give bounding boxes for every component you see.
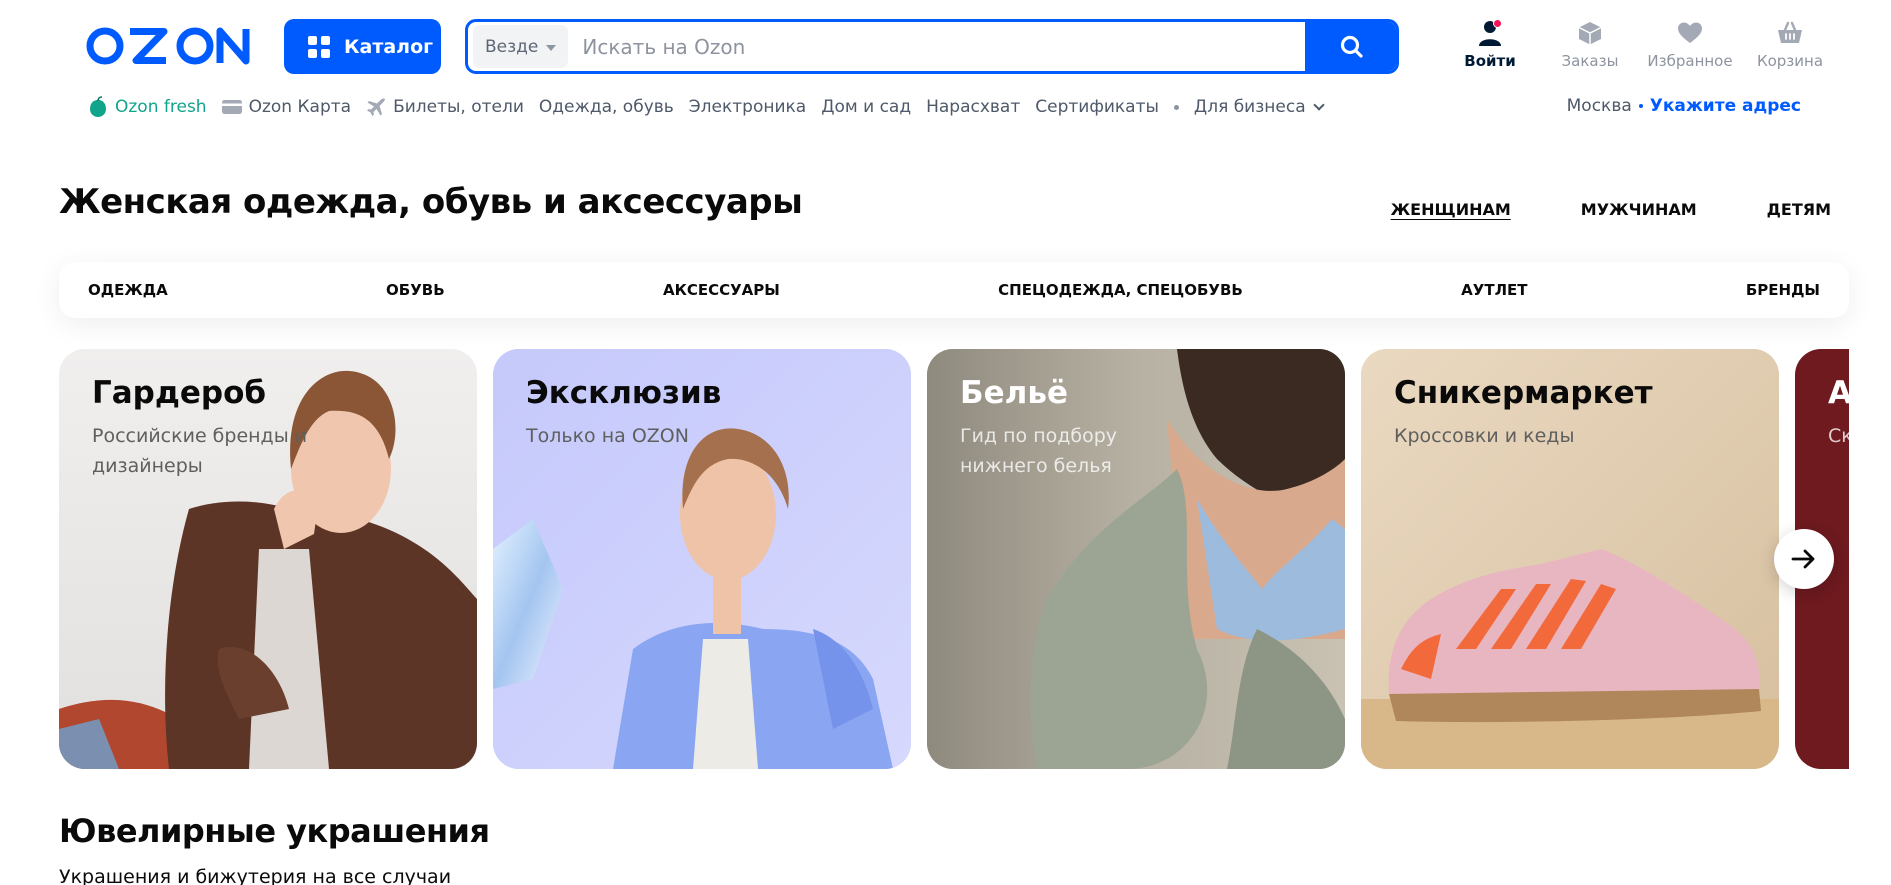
subnav-label: Электроника (688, 97, 807, 117)
grid-icon (308, 35, 330, 58)
tab-men[interactable]: МУЖЧИНАМ (1581, 200, 1697, 219)
caret-down-icon (546, 44, 557, 51)
box-icon (1575, 18, 1605, 48)
category-accessories[interactable]: АКСЕССУАРЫ (663, 281, 780, 299)
user-icon (1475, 18, 1505, 48)
exclusive-illustration (493, 349, 911, 769)
subnav-label: Для бизнеса (1193, 97, 1306, 117)
subnav-label: Нарасхват (926, 97, 1021, 117)
subnav-electronics[interactable]: Электроника (689, 97, 806, 117)
card-title: Эксклюзив (526, 375, 722, 411)
card-subtitle: Ск (1828, 425, 1849, 447)
jewelry-title: Ювелирные украшения (59, 812, 490, 850)
sub-navigation: Ozon fresh Ozon Карта Билеты, отели Одеж… (88, 96, 1338, 118)
login-label: Войти (1464, 52, 1516, 70)
promo-carousel: Гардероб Российские бренды и дизайнеры Э… (59, 349, 1849, 769)
subnav-separator (1173, 104, 1179, 110)
search-scope-select[interactable]: Везде (473, 25, 569, 68)
promo-card-sneakermarket[interactable]: Сникермаркет Кроссовки и кеды (1361, 349, 1779, 769)
location-separator (1638, 104, 1643, 108)
tab-women[interactable]: ЖЕНЩИНАМ (1391, 200, 1511, 219)
subnav-business-dropdown[interactable]: Для бизнеса (1193, 97, 1325, 117)
search-icon (1340, 35, 1363, 58)
category-shoes[interactable]: ОБУВЬ (386, 281, 445, 299)
search-input[interactable] (568, 34, 1305, 59)
favorites-label: Избранное (1647, 52, 1733, 70)
card-title: А (1828, 375, 1849, 411)
search-button[interactable] (1305, 22, 1396, 71)
plane-icon (367, 98, 386, 116)
subnav-clothing-shoes[interactable]: Одежда, обувь (539, 97, 674, 117)
subnav-certificates[interactable]: Сертификаты (1035, 97, 1159, 117)
lingerie-illustration (927, 349, 1345, 769)
card-title: Сникермаркет (1394, 375, 1653, 411)
card-title: Бельё (960, 375, 1068, 411)
catalog-button[interactable]: Каталог (284, 19, 441, 74)
wardrobe-illustration (59, 349, 477, 769)
sneaker-illustration (1361, 349, 1779, 769)
category-workwear[interactable]: СПЕЦОДЕЖДА, СПЕЦОБУВЬ (998, 281, 1243, 299)
carousel-next-button[interactable] (1774, 529, 1834, 589)
subnav-label: Дом и сад (821, 97, 912, 117)
card-subtitle: Российские бренды и дизайнеры (92, 425, 308, 477)
jewelry-subtitle: Украшения и бижутерия на все случаи (59, 866, 452, 885)
subnav-ozon-fresh[interactable]: Ozon fresh (88, 96, 207, 118)
cart-button[interactable]: Корзина (1740, 18, 1840, 70)
location: Москва Укажите адрес (1567, 96, 1801, 116)
subnav-trending[interactable]: Нарасхват (926, 97, 1020, 117)
arrow-right-icon (1791, 549, 1815, 569)
subnav-label: Сертификаты (1035, 97, 1159, 117)
card-subtitle: Гид по подбору нижнего белья (960, 425, 1118, 477)
subnav-ozon-card[interactable]: Ozon Карта (221, 97, 352, 117)
login-button[interactable]: Войти (1440, 18, 1540, 70)
ozon-logo[interactable] (86, 24, 254, 68)
subnav-label: Ozon Карта (248, 97, 352, 117)
promo-card-lingerie[interactable]: Бельё Гид по подбору нижнего белья (927, 349, 1345, 769)
search-bar: Везде (465, 19, 1399, 74)
tab-kids[interactable]: ДЕТЯМ (1767, 200, 1831, 219)
subnav-tickets-hotels[interactable]: Билеты, отели (366, 97, 524, 117)
address-link[interactable]: Укажите адрес (1650, 96, 1801, 116)
city-link[interactable]: Москва (1567, 96, 1632, 116)
subnav-label: Ozon fresh (115, 97, 207, 117)
cart-label: Корзина (1756, 52, 1824, 70)
card-subtitle: Кроссовки и кеды (1394, 425, 1575, 447)
category-outlet[interactable]: АУТЛЕТ (1461, 281, 1527, 299)
audience-tabs: ЖЕНЩИНАМ МУЖЧИНАМ ДЕТЯМ (1391, 200, 1831, 219)
category-clothing[interactable]: ОДЕЖДА (88, 281, 168, 299)
search-scope-label: Везде (485, 36, 539, 57)
notification-dot (1493, 19, 1502, 28)
orders-label: Заказы (1561, 52, 1619, 70)
orders-button[interactable]: Заказы (1540, 18, 1640, 70)
subnav-label: Одежда, обувь (538, 97, 674, 117)
category-brands[interactable]: БРЕНДЫ (1746, 281, 1820, 299)
category-bar: ОДЕЖДА ОБУВЬ АКСЕССУАРЫ СПЕЦОДЕЖДА, СПЕЦ… (59, 262, 1849, 318)
favorites-button[interactable]: Избранное (1640, 18, 1740, 70)
catalog-button-label: Каталог (344, 35, 434, 58)
fresh-icon (90, 96, 106, 117)
chevron-down-icon (1312, 99, 1325, 111)
card-title: Гардероб (92, 375, 267, 411)
subnav-home-garden[interactable]: Дом и сад (821, 97, 911, 117)
card-subtitle: Только на OZON (526, 425, 689, 447)
header: Каталог Везде Войти (0, 0, 1891, 150)
card-icon (221, 100, 242, 114)
promo-card-wardrobe[interactable]: Гардероб Российские бренды и дизайнеры (59, 349, 477, 769)
header-actions: Войти Заказы Избранное Корзина (1440, 18, 1840, 70)
heart-icon (1675, 18, 1705, 48)
promo-card-exclusive[interactable]: Эксклюзив Только на OZON (493, 349, 911, 769)
basket-icon (1775, 18, 1805, 48)
page-title: Женская одежда, обувь и аксессуары (59, 182, 803, 222)
subnav-label: Билеты, отели (393, 97, 524, 117)
